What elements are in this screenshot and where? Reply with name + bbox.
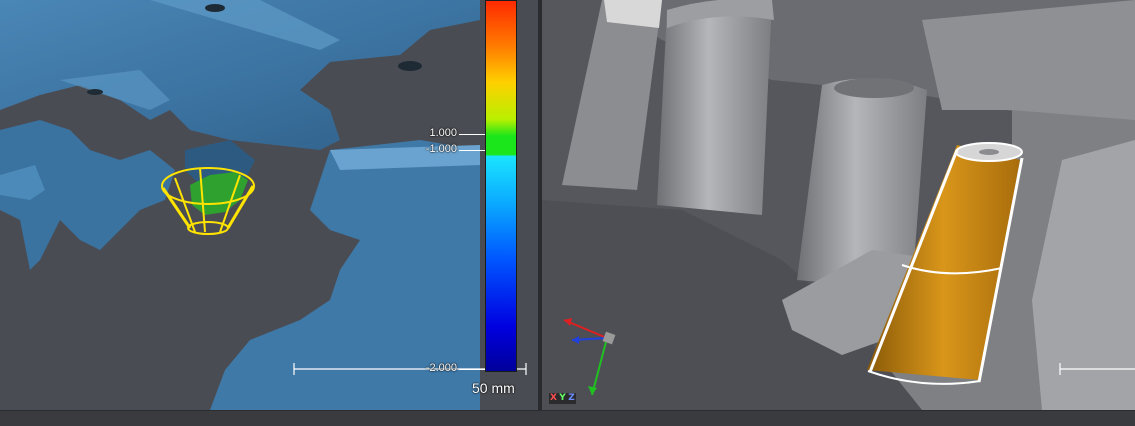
cad-boss-1 bbox=[657, 0, 772, 215]
axis-z-label: Z bbox=[567, 393, 576, 404]
upper-tolerance-tick bbox=[459, 134, 485, 135]
scan-hole-2 bbox=[205, 4, 225, 12]
lower-tolerance-tick bbox=[459, 150, 485, 151]
axis-label-badge: X Y Z bbox=[549, 393, 576, 404]
right-viewport[interactable] bbox=[542, 0, 1135, 410]
upper-tolerance-label: 1.000 bbox=[429, 127, 457, 139]
cad-model-render bbox=[542, 0, 1135, 410]
cad-boss-2-hole bbox=[834, 78, 914, 98]
scan-hole-3 bbox=[87, 89, 103, 95]
lower-limit-tick bbox=[459, 369, 485, 370]
lower-tolerance-label: -1.000 bbox=[425, 143, 457, 155]
scan-hole-1 bbox=[398, 61, 422, 71]
scan-surface-render bbox=[0, 0, 527, 410]
ruler-length-label: 50 mm bbox=[472, 380, 515, 396]
axis-y-label: Y bbox=[558, 393, 567, 404]
status-bar bbox=[0, 410, 1135, 426]
left-viewport[interactable]: 1.000 -1.000 -2.000 50 mm bbox=[0, 0, 538, 410]
deviation-color-scale[interactable] bbox=[485, 0, 517, 372]
lower-limit-label: -2.000 bbox=[425, 362, 457, 374]
axis-x-label: X bbox=[549, 393, 558, 404]
